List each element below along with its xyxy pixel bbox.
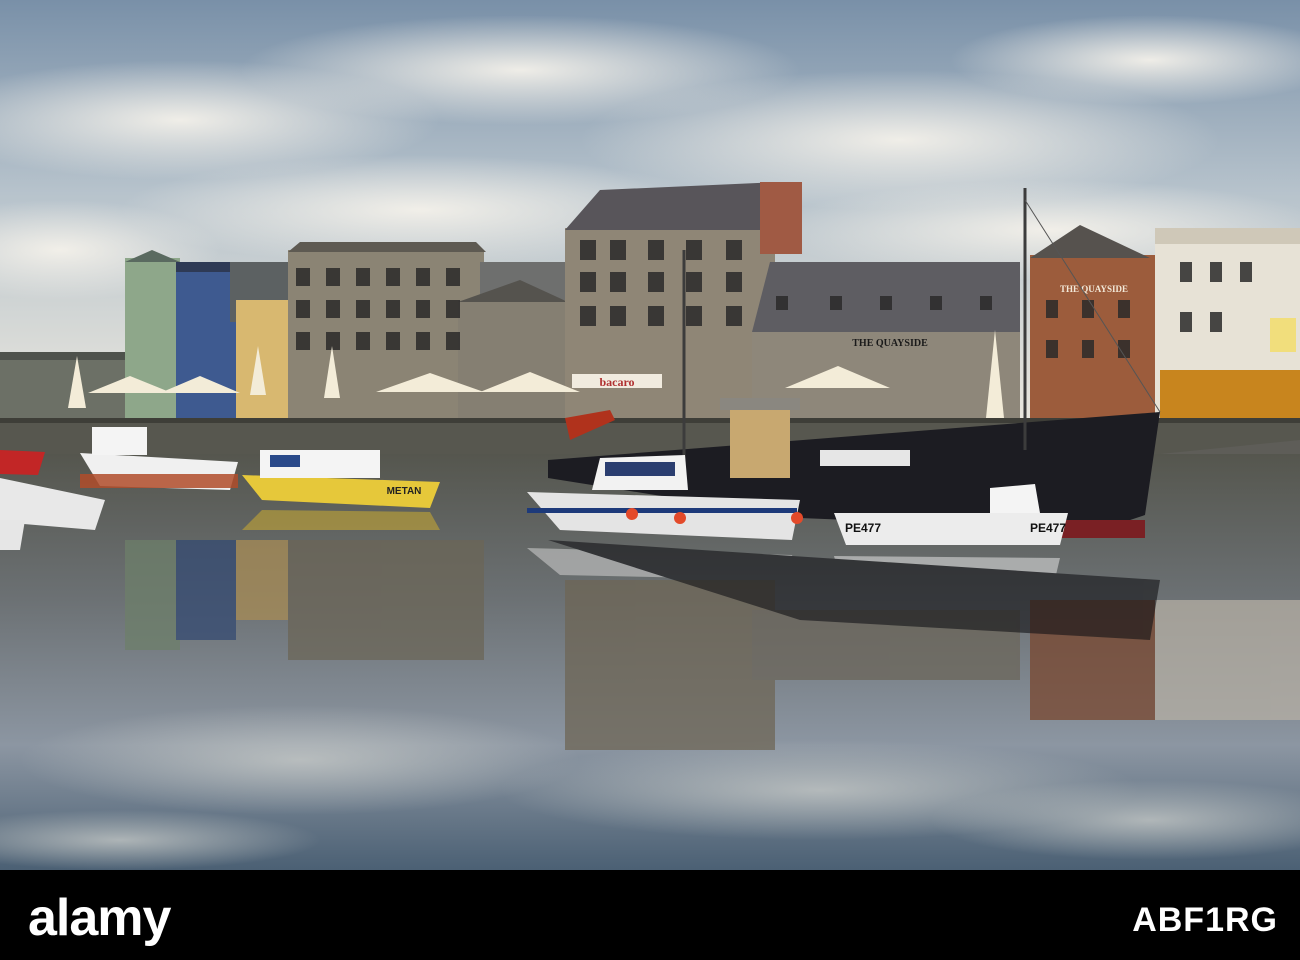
brick-building <box>1030 255 1155 423</box>
blue-building <box>176 270 236 420</box>
yellow-building <box>236 300 290 420</box>
hanging-sign <box>1270 318 1296 352</box>
dinghy-registration-stern: PE477 <box>1030 521 1066 535</box>
bar-awning-sign: bacaro <box>599 375 634 389</box>
alamy-logo: alamy <box>28 889 171 947</box>
dinghy-registration-bow: PE477 <box>845 521 881 535</box>
harbour-photo: THE QUAYSIDE THE QUAYSIDE bacaro PE477 P… <box>0 0 1300 870</box>
stock-image-id: ABF1RG <box>1132 901 1278 939</box>
yellow-boat-name: METAN <box>387 486 422 497</box>
watermark-bar <box>0 870 1300 960</box>
pub-sign: THE QUAYSIDE <box>852 338 928 349</box>
green-building <box>125 258 180 418</box>
pub-gable-sign: THE QUAYSIDE <box>1060 284 1128 294</box>
stone-warehouse <box>565 228 775 420</box>
